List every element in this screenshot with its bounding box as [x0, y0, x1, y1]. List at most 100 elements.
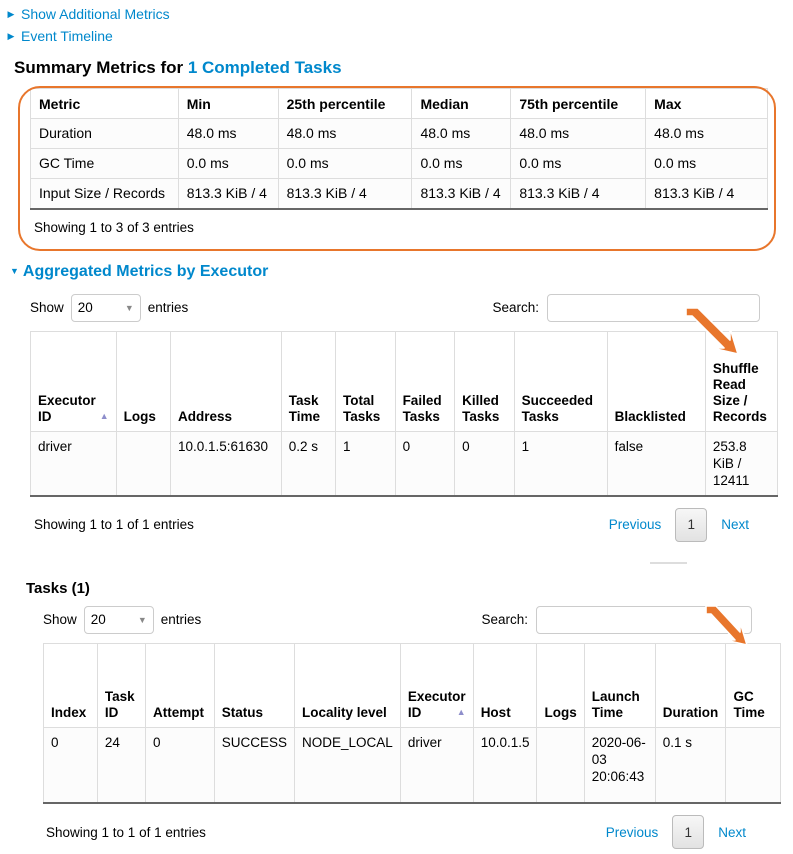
- cell-blacklisted: false: [606, 430, 706, 497]
- tasks-col-launch-time[interactable]: Launch Time: [583, 642, 656, 728]
- executor-table-controls: Show 20 ▼ entries Search:: [30, 291, 760, 325]
- tasks-search-input[interactable]: [536, 605, 752, 634]
- table-row: GC Time 0.0 ms 0.0 ms 0.0 ms 0.0 ms 0.0 …: [30, 148, 768, 179]
- table-row: Duration 48.0 ms 48.0 ms 48.0 ms 48.0 ms…: [30, 118, 768, 149]
- cell-gc-time: [725, 726, 781, 804]
- exec-col-blacklisted[interactable]: Blacklisted: [606, 330, 706, 432]
- cell-locality-level: NODE_LOCAL: [294, 726, 401, 804]
- tasks-show-label: Show: [43, 612, 77, 627]
- cell-p75: 0.0 ms: [510, 148, 647, 179]
- cell-max: 813.3 KiB / 4: [645, 178, 768, 210]
- toggle-event-timeline[interactable]: ▶ Event Timeline: [0, 26, 793, 46]
- exec-col-address[interactable]: Address: [169, 330, 282, 432]
- tasks-col-task-id[interactable]: Task ID: [96, 642, 146, 728]
- cell-median: 48.0 ms: [411, 118, 512, 149]
- caret-down-icon: ▼: [10, 266, 19, 276]
- exec-col-shuffle-read[interactable]: Shuffle Read Size / Records: [704, 330, 779, 432]
- cell-attempt: 0: [144, 726, 215, 804]
- tasks-col-host[interactable]: Host: [472, 642, 538, 728]
- executor-show-entries: Show 20 ▼ entries: [30, 293, 189, 322]
- cell-p25: 0.0 ms: [277, 148, 413, 179]
- cell-max: 0.0 ms: [645, 148, 768, 179]
- executor-page-size-value: 20: [77, 300, 93, 315]
- tasks-search: Search:: [481, 605, 752, 634]
- cell-median: 813.3 KiB / 4: [411, 178, 512, 210]
- spark-stage-page: ▶ Show Additional Metrics ▶ Event Timeli…: [0, 0, 793, 854]
- toggle-show-additional-metrics[interactable]: ▶ Show Additional Metrics: [0, 4, 793, 24]
- tasks-previous-button[interactable]: Previous: [606, 825, 659, 840]
- tasks-page-1-button[interactable]: 1: [672, 815, 705, 849]
- summary-col-min[interactable]: Min: [177, 88, 279, 119]
- cell-min: 0.0 ms: [177, 148, 279, 179]
- cell-address: 10.0.1.5:61630: [169, 430, 282, 497]
- tasks-col-duration[interactable]: Duration: [654, 642, 727, 728]
- executor-previous-button[interactable]: Previous: [609, 517, 662, 532]
- cell-logs: [115, 430, 171, 497]
- show-additional-metrics-link[interactable]: Show Additional Metrics: [21, 4, 170, 24]
- tasks-footer: Showing 1 to 1 of 1 entries Previous 1 N…: [46, 815, 746, 849]
- executor-page-size-select[interactable]: 20 ▼: [70, 293, 141, 322]
- summary-col-metric[interactable]: Metric: [30, 88, 179, 119]
- cell-launch-time: 2020-06-03 20:06:43: [583, 726, 656, 804]
- exec-col-total-tasks[interactable]: Total Tasks: [335, 330, 396, 432]
- cell-metric: GC Time: [30, 148, 179, 179]
- caret-right-icon: ▶: [7, 9, 15, 19]
- event-timeline-link[interactable]: Event Timeline: [21, 26, 113, 46]
- executor-show-label: Show: [30, 300, 64, 315]
- exec-col-task-time[interactable]: Task Time: [280, 330, 337, 432]
- tasks-col-locality-level[interactable]: Locality level: [294, 642, 401, 728]
- exec-col-logs[interactable]: Logs: [115, 330, 171, 432]
- tasks-table: Index Task ID Attempt Status Locality le…: [43, 642, 781, 804]
- tasks-showing-entries: Showing 1 to 1 of 1 entries: [46, 824, 206, 840]
- tasks-col-logs[interactable]: Logs: [536, 642, 585, 728]
- summary-col-max[interactable]: Max: [645, 88, 768, 119]
- summary-col-median[interactable]: Median: [411, 88, 512, 119]
- table-row: 0 24 0 SUCCESS NODE_LOCAL driver 10.0.1.…: [43, 726, 781, 804]
- cell-task-id: 24: [96, 726, 146, 804]
- summary-col-p25[interactable]: 25th percentile: [277, 88, 413, 119]
- cell-max: 48.0 ms: [645, 118, 768, 149]
- cell-metric: Input Size / Records: [30, 178, 179, 210]
- tasks-title: Tasks (1): [26, 579, 90, 597]
- aggregated-metrics-header[interactable]: ▼ Aggregated Metrics by Executor: [10, 263, 793, 281]
- completed-tasks-link[interactable]: 1 Completed Tasks: [188, 58, 342, 77]
- tasks-page-size-select[interactable]: 20 ▼: [83, 605, 154, 634]
- executor-entries-label: entries: [147, 300, 189, 315]
- tasks-col-status[interactable]: Status: [213, 642, 296, 728]
- tasks-col-attempt[interactable]: Attempt: [144, 642, 215, 728]
- tasks-next-button[interactable]: Next: [718, 825, 746, 840]
- tasks-page-size-value: 20: [90, 612, 106, 627]
- executor-footer: Showing 1 to 1 of 1 entries Previous 1 N…: [34, 507, 749, 542]
- executor-next-button[interactable]: Next: [721, 517, 749, 532]
- executor-page-1-button[interactable]: 1: [675, 507, 708, 542]
- cell-host: 10.0.1.5: [472, 726, 538, 804]
- caret-right-icon: ▶: [7, 31, 15, 41]
- sort-asc-icon: ▲: [456, 706, 466, 717]
- executor-search-label: Search:: [492, 300, 539, 315]
- tasks-entries-label: entries: [160, 612, 202, 627]
- aggregated-metrics-link[interactable]: Aggregated Metrics by Executor: [23, 263, 268, 281]
- table-header-row: Metric Min 25th percentile Median 75th p…: [30, 88, 768, 119]
- cell-min: 48.0 ms: [177, 118, 279, 149]
- cell-executor-id: driver: [30, 430, 117, 497]
- cell-index: 0: [43, 726, 98, 804]
- executor-search: Search:: [492, 293, 760, 322]
- cell-shuffle-read: 253.8 KiB / 12411: [704, 430, 779, 497]
- summary-col-p75[interactable]: 75th percentile: [510, 88, 647, 119]
- tasks-col-gc-time[interactable]: GC Time: [725, 642, 781, 728]
- summary-metrics-title: Summary Metrics for 1 Completed Tasks: [14, 58, 793, 78]
- tasks-col-executor-id[interactable]: Executor ID ▲: [399, 642, 474, 728]
- tasks-col-index[interactable]: Index: [43, 642, 98, 728]
- exec-col-killed-tasks[interactable]: Killed Tasks: [454, 330, 515, 432]
- cell-median: 0.0 ms: [411, 148, 512, 179]
- cell-p25: 48.0 ms: [277, 118, 413, 149]
- cell-metric: Duration: [30, 118, 179, 149]
- summary-metrics-title-prefix: Summary Metrics for: [14, 58, 188, 77]
- executor-search-input[interactable]: [547, 293, 760, 322]
- exec-col-executor-id[interactable]: Executor ID ▲: [30, 330, 117, 432]
- cell-failed-tasks: 0: [394, 430, 456, 497]
- cell-logs: [536, 726, 585, 804]
- exec-col-succeeded-tasks[interactable]: Succeeded Tasks: [513, 330, 608, 432]
- cell-p75: 48.0 ms: [510, 118, 647, 149]
- exec-col-failed-tasks[interactable]: Failed Tasks: [394, 330, 456, 432]
